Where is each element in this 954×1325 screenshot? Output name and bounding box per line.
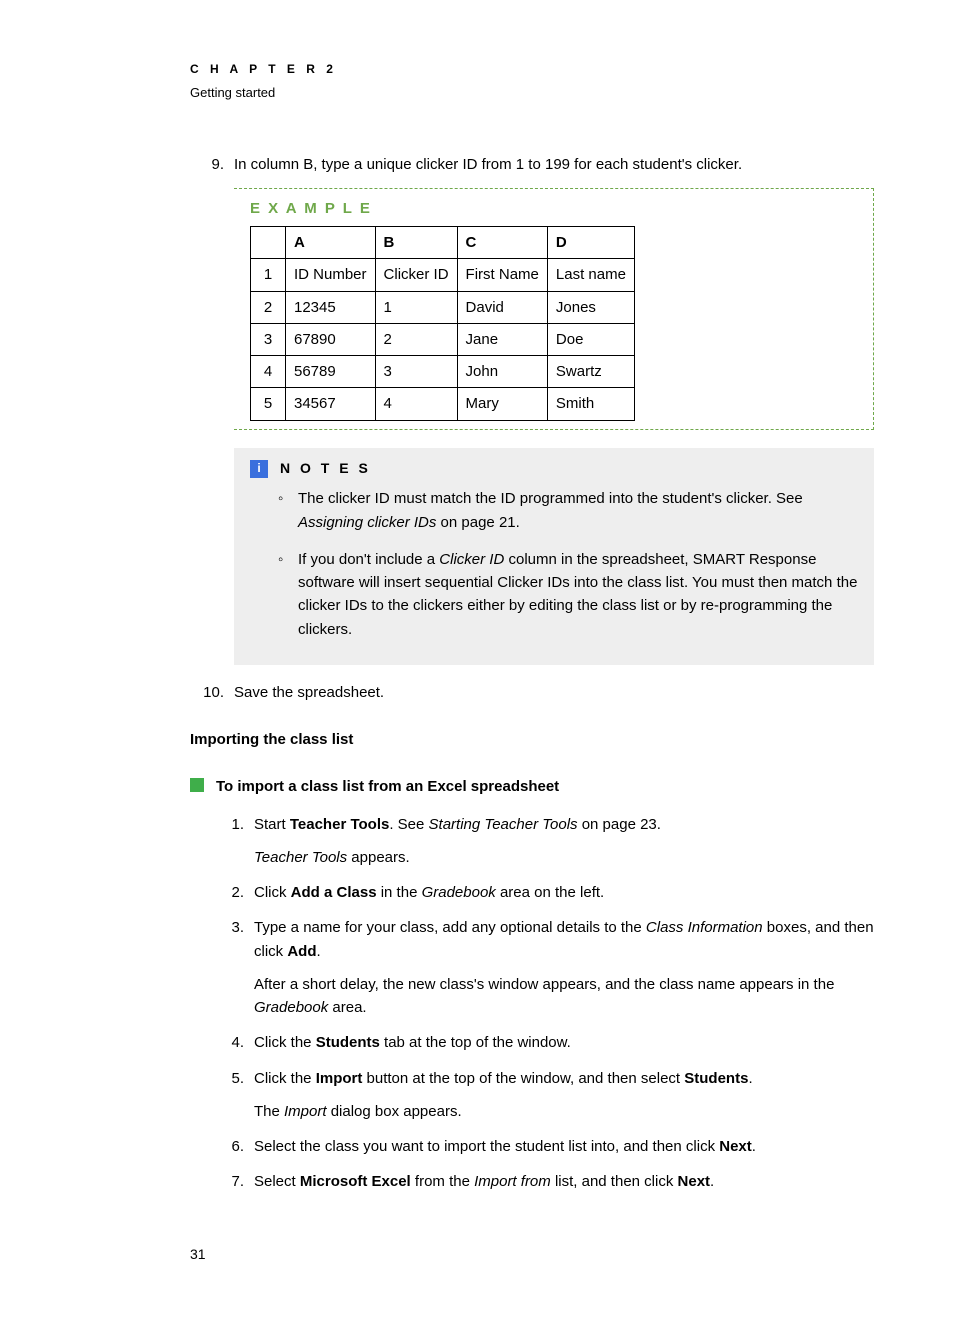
row-number: 4 <box>251 356 286 388</box>
table-cell: Doe <box>547 323 634 355</box>
example-box: E X A M P L E A B C D 1ID NumberClicker … <box>234 188 874 430</box>
procedure-step: 2.Click Add a Class in the Gradebook are… <box>216 881 874 904</box>
step-number: 5. <box>216 1067 254 1124</box>
step-body: Click the Students tab at the top of the… <box>254 1031 874 1054</box>
row-number: 2 <box>251 291 286 323</box>
step-number: 2. <box>216 881 254 904</box>
step-body: Type a name for your class, add any opti… <box>254 916 874 1019</box>
procedure-header: To import a class list from an Excel spr… <box>190 775 874 798</box>
table-cell: 67890 <box>286 323 376 355</box>
step-body: Select the class you want to import the … <box>254 1135 874 1158</box>
step-9: 9. In column B, type a unique clicker ID… <box>190 153 874 176</box>
section-heading: Importing the class list <box>190 728 874 751</box>
table-cell: 56789 <box>286 356 376 388</box>
procedure-title: To import a class list from an Excel spr… <box>216 775 559 798</box>
table-cell: Jones <box>547 291 634 323</box>
procedure-step: 7.Select Microsoft Excel from the Import… <box>216 1170 874 1193</box>
step-number: 6. <box>216 1135 254 1158</box>
step-text: In column B, type a unique clicker ID fr… <box>234 153 874 176</box>
procedure-step: 1.Start Teacher Tools. See Starting Teac… <box>216 813 874 870</box>
table-cell: 12345 <box>286 291 376 323</box>
notes-item: The clicker ID must match the ID program… <box>278 487 858 534</box>
table-row: 1ID NumberClicker IDFirst NameLast name <box>251 259 635 291</box>
table-corner <box>251 227 286 259</box>
info-icon: i <box>250 460 268 478</box>
step-number: 7. <box>216 1170 254 1193</box>
step-number: 3. <box>216 916 254 1019</box>
table-cell: 34567 <box>286 388 376 420</box>
col-header: D <box>547 227 634 259</box>
procedure-step: 6.Select the class you want to import th… <box>216 1135 874 1158</box>
table-cell: Jane <box>457 323 547 355</box>
table-cell: 2 <box>375 323 457 355</box>
table-cell: Smith <box>547 388 634 420</box>
step-text: Save the spreadsheet. <box>234 681 874 704</box>
table-cell: 4 <box>375 388 457 420</box>
table-cell: First Name <box>457 259 547 291</box>
step-number: 9. <box>190 153 234 176</box>
step-body: Click the Import button at the top of th… <box>254 1067 874 1124</box>
table-cell: ID Number <box>286 259 376 291</box>
notes-title: N O T E S <box>280 458 371 480</box>
table-row: 4567893JohnSwartz <box>251 356 635 388</box>
notes-item: If you don't include a Clicker ID column… <box>278 548 858 641</box>
step-10: 10. Save the spreadsheet. <box>190 681 874 704</box>
table-cell: Mary <box>457 388 547 420</box>
row-number: 3 <box>251 323 286 355</box>
page-number: 31 <box>190 1244 874 1266</box>
notes-list: The clicker ID must match the ID program… <box>250 487 858 641</box>
table-cell: Swartz <box>547 356 634 388</box>
step-number: 10. <box>190 681 234 704</box>
procedure-step: 4.Click the Students tab at the top of t… <box>216 1031 874 1054</box>
step-body: Select Microsoft Excel from the Import f… <box>254 1170 874 1193</box>
chapter-label: C H A P T E R 2 <box>190 60 874 79</box>
table-cell: 3 <box>375 356 457 388</box>
table-row: 2123451DavidJones <box>251 291 635 323</box>
step-body: Start Teacher Tools. See Starting Teache… <box>254 813 874 870</box>
table-cell: Last name <box>547 259 634 291</box>
chapter-subtitle: Getting started <box>190 83 874 103</box>
step-number: 1. <box>216 813 254 870</box>
col-header: A <box>286 227 376 259</box>
table-cell: Clicker ID <box>375 259 457 291</box>
notes-box: i N O T E S The clicker ID must match th… <box>234 448 874 665</box>
col-header: B <box>375 227 457 259</box>
example-table: A B C D 1ID NumberClicker IDFirst NameLa… <box>250 226 635 421</box>
table-cell: 1 <box>375 291 457 323</box>
table-cell: John <box>457 356 547 388</box>
procedure-step: 5.Click the Import button at the top of … <box>216 1067 874 1124</box>
row-number: 5 <box>251 388 286 420</box>
step-body: Click Add a Class in the Gradebook area … <box>254 881 874 904</box>
table-row: 5345674MarySmith <box>251 388 635 420</box>
row-number: 1 <box>251 259 286 291</box>
example-title: E X A M P L E <box>250 197 873 220</box>
bullet-icon <box>190 778 204 792</box>
step-number: 4. <box>216 1031 254 1054</box>
table-cell: David <box>457 291 547 323</box>
procedure-list: 1.Start Teacher Tools. See Starting Teac… <box>190 813 874 1194</box>
procedure-step: 3.Type a name for your class, add any op… <box>216 916 874 1019</box>
col-header: C <box>457 227 547 259</box>
table-row: 3678902JaneDoe <box>251 323 635 355</box>
